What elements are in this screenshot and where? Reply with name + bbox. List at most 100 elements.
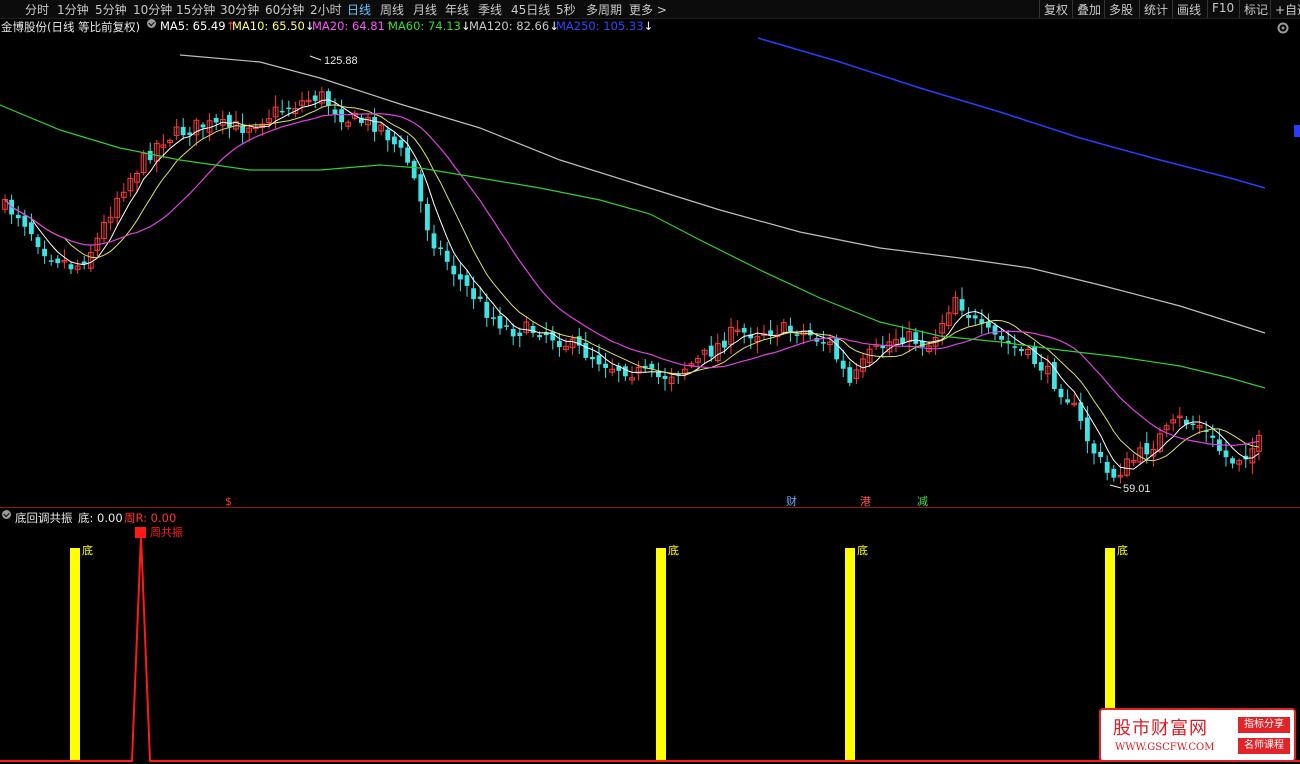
candle-body-down	[847, 367, 853, 383]
candle-body-down	[42, 248, 47, 257]
indicator-name: 底回调共振	[15, 511, 73, 525]
candle-body-down	[425, 204, 430, 231]
price-chart[interactable]: 125.8859.01$ 财港减底底底底周共振	[0, 0, 1300, 764]
candle-body-down	[372, 117, 377, 132]
watermark-badge-course: 名师课程	[1238, 738, 1290, 754]
candle-body-down	[1223, 450, 1229, 458]
candle-body-down	[405, 147, 410, 163]
candle-body-down	[959, 299, 965, 311]
candle-body-down	[603, 363, 608, 368]
candle-body-down	[913, 332, 919, 344]
candle-body-down	[187, 132, 193, 135]
signal-bar-label-1: 底	[668, 543, 679, 557]
candle-body-down	[722, 340, 727, 348]
signal-bar-label-3: 底	[1117, 543, 1128, 557]
event-marker-1: 财	[786, 494, 797, 508]
panel-divider	[0, 507, 1300, 508]
ma120-line	[179, 54, 1266, 334]
candle-body-down	[464, 275, 470, 286]
candle-body-down	[1144, 443, 1150, 455]
candle-body-down	[200, 124, 206, 128]
signal-bar-2	[845, 548, 855, 762]
candle-body-down	[623, 366, 628, 377]
candle-body-down	[497, 315, 503, 329]
candle-body-down	[491, 317, 496, 319]
candle-body-down	[550, 331, 556, 341]
candle-body-down	[418, 174, 424, 202]
candle-body-down	[147, 150, 153, 161]
high-pointer	[309, 55, 322, 61]
candle-body-down	[431, 233, 437, 249]
candle-body-down	[15, 214, 21, 219]
candle-body-down	[55, 258, 61, 264]
ma20-line	[4, 113, 1260, 447]
candle-body-down	[312, 95, 318, 101]
candle-body-down	[1012, 346, 1018, 348]
candle-body-down	[1019, 348, 1024, 352]
watermark-badge-share: 指标分享	[1238, 717, 1290, 733]
candle-body-down	[227, 114, 232, 128]
ma60-line	[0, 104, 1266, 389]
candle-body-down	[213, 117, 219, 123]
right-edge-marker	[1294, 125, 1300, 137]
candle-body-down	[477, 296, 483, 299]
candle-body-down	[834, 338, 839, 360]
candle-body-down	[880, 345, 886, 349]
candle-body-down	[741, 328, 747, 333]
candle-body-down	[180, 126, 186, 136]
candle-body-down	[583, 343, 589, 358]
candle-body-down	[398, 140, 404, 148]
candle-body-down	[992, 325, 998, 335]
candle-body-down	[458, 274, 463, 280]
candle-body-down	[510, 328, 516, 337]
candle-body-down	[794, 334, 800, 336]
candle-body-down	[339, 109, 344, 123]
high-price-label: 125.88	[324, 55, 358, 67]
candle-body-down	[484, 301, 490, 318]
candle-body-down	[840, 360, 846, 369]
ma5-line	[4, 99, 1260, 470]
candle-body-down	[326, 91, 331, 106]
candle-body-down	[68, 264, 74, 270]
candle-body-down	[1098, 451, 1103, 458]
signal-bar-0	[70, 548, 80, 762]
candle-body-down	[1111, 468, 1117, 478]
indicator-value-weekly: 周R: 0.00	[124, 511, 177, 525]
candle-body-down	[1038, 362, 1044, 371]
candle-body-down	[1104, 461, 1110, 473]
candle-body-down	[1210, 435, 1216, 438]
candle-body-down	[29, 222, 34, 235]
indicator-value-bottom: 底: 0.00	[78, 511, 123, 525]
indicator-legend: 底回调共振 底: 0.00 周R: 0.00	[0, 510, 400, 526]
candle-body-down	[708, 345, 714, 357]
watermark-logo: 股市财富网 WWW.GSCFW.COM 指标分享 名师课程	[1099, 708, 1296, 762]
candle-body-down	[35, 237, 41, 247]
signal-bar-label-0: 底	[82, 543, 93, 557]
low-price-label: 59.01	[1123, 483, 1151, 495]
signal-bar-label-2: 底	[857, 543, 868, 557]
candle-body-down	[279, 110, 285, 113]
candle-body-down	[1085, 417, 1090, 442]
candle-body-down	[1091, 443, 1097, 454]
candle-body-down	[1065, 399, 1070, 403]
candle-body-down	[656, 371, 661, 378]
candle-body-down	[517, 332, 523, 337]
candle-body-down	[471, 288, 476, 300]
candle-body-down	[530, 325, 536, 334]
candle-body-down	[411, 160, 417, 179]
pulse-marker-icon	[135, 527, 146, 538]
candle-body-down	[972, 315, 978, 319]
watermark-url: WWW.GSCFW.COM	[1115, 742, 1215, 753]
candle-body-down	[557, 340, 562, 347]
candle-body-down	[537, 335, 542, 338]
candle-body-down	[332, 109, 338, 114]
signal-bar-1	[656, 548, 666, 762]
pulse-label: 周共振	[150, 525, 183, 539]
candle-body-down	[385, 129, 391, 141]
candle-body-down	[649, 363, 655, 369]
candle-body-down	[451, 265, 457, 275]
watermark-title: 股市财富网	[1113, 718, 1208, 739]
candle-body-down	[662, 375, 668, 379]
candle-body-down	[438, 247, 443, 249]
indicator-toggle-icon[interactable]	[2, 510, 11, 519]
